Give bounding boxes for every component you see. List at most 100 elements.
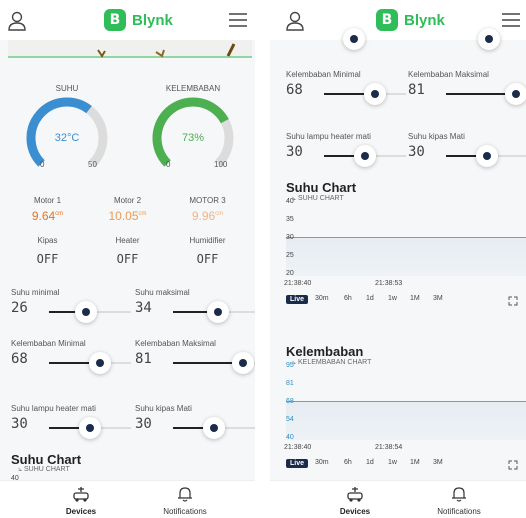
- slider-knob[interactable]: [75, 301, 97, 323]
- chart-subtitle-text: SUHU CHART: [297, 195, 344, 202]
- gauge: SUHU 32°C 0 50: [12, 80, 122, 175]
- chart-subtitle: ⦣ KELEMBABAN CHART: [292, 359, 372, 366]
- nav-notifications[interactable]: Notifications: [140, 485, 230, 516]
- gauge-value: 32°C: [54, 132, 80, 144]
- range-button[interactable]: 6h: [344, 459, 352, 466]
- menu-icon[interactable]: [500, 11, 522, 29]
- chart-area: [286, 237, 526, 276]
- nav-devices-label: Devices: [65, 507, 97, 516]
- logo-text: Blynk: [132, 11, 173, 29]
- range-button[interactable]: 1M: [410, 295, 420, 302]
- y-tick: 35: [286, 216, 294, 223]
- slider-knob-partial: [270, 28, 526, 52]
- range-button[interactable]: 3M: [433, 295, 443, 302]
- user-icon[interactable]: [6, 10, 28, 32]
- range-button[interactable]: 3M: [433, 459, 443, 466]
- slider-knob[interactable]: [505, 83, 526, 105]
- slider-knob[interactable]: [203, 417, 225, 439]
- motor-number: 9.64: [31, 209, 56, 223]
- gauge-min: 0: [166, 160, 171, 169]
- x-tick: 21:38:40: [284, 280, 312, 287]
- slider-value: 81: [135, 351, 152, 367]
- chart-title: Suhu Chart: [286, 180, 357, 195]
- left-phone-screen: B Blynk SUHU 32°C 0 50 KELEMBABAN 73% 0 100 Mot…: [0, 0, 255, 518]
- y-tick: 54: [286, 416, 294, 423]
- switch-label: Heater: [115, 236, 140, 245]
- chart-line: [286, 401, 526, 402]
- nav-devices[interactable]: Devices: [310, 485, 400, 516]
- range-button[interactable]: 1d: [366, 295, 374, 302]
- slider-label: Suhu lampu heater mati: [11, 404, 96, 413]
- blynk-logo: B Blynk: [376, 9, 445, 31]
- slider-label: Suhu kipas Mati: [408, 132, 465, 141]
- expand-icon[interactable]: [508, 296, 518, 306]
- chart-subtitle: ⦣ SUHU CHART: [292, 195, 344, 202]
- expand-icon[interactable]: [508, 460, 518, 470]
- range-button[interactable]: 6h: [344, 295, 352, 302]
- right-phone-screen: B Blynk Kelembaban Minimal 68 Kelembaban M…: [270, 0, 526, 518]
- bell-icon: [452, 487, 466, 502]
- range-button[interactable]: 30m: [315, 459, 329, 466]
- image-strip: [8, 40, 252, 58]
- switch-label: Kipas: [37, 236, 58, 245]
- slider-knob[interactable]: [354, 145, 376, 167]
- slider-value: 81: [408, 82, 425, 98]
- bottom-navigation: Devices Notifications: [0, 480, 255, 518]
- slider-label: Suhu maksimal: [135, 288, 190, 297]
- slider-knob[interactable]: [476, 145, 498, 167]
- slider-value: 30: [408, 144, 425, 160]
- motor-unit: cm: [55, 211, 64, 217]
- slider-label: Suhu minimal: [11, 288, 60, 297]
- x-tick: 21:38:53: [375, 280, 403, 287]
- slider-value: 68: [286, 82, 303, 98]
- motor-unit: cm: [215, 211, 224, 217]
- slider-label: Kelembaban Maksimal: [408, 70, 489, 79]
- slider-value: 68: [11, 351, 28, 367]
- chart-title: Kelembaban: [286, 344, 364, 359]
- range-live-button[interactable]: Live: [286, 295, 309, 304]
- slider-value: 30: [286, 144, 303, 160]
- gauge-arc: [152, 97, 234, 167]
- slider-knob[interactable]: [89, 352, 111, 374]
- motor-number: 9.96: [191, 209, 216, 223]
- range-button[interactable]: 1w: [388, 295, 397, 302]
- y-tick: 68: [286, 398, 294, 405]
- y-tick: 25: [286, 252, 294, 259]
- switch-value[interactable]: OFF: [90, 252, 165, 266]
- chart-area: [286, 401, 526, 440]
- x-tick: 21:38:40: [284, 444, 312, 451]
- slider-label: Kelembaban Minimal: [286, 70, 361, 79]
- y-tick: 95: [286, 362, 294, 369]
- slider-label: Kelembaban Minimal: [11, 339, 86, 348]
- user-icon[interactable]: [284, 10, 306, 32]
- chart-title: Suhu Chart: [11, 452, 82, 467]
- slider-knob[interactable]: [79, 417, 101, 439]
- slider-knob[interactable]: [232, 352, 254, 374]
- motor-label: MOTOR 3: [189, 196, 226, 205]
- y-tick: 30: [286, 234, 294, 241]
- motor-unit: cm: [138, 211, 147, 217]
- switch-value[interactable]: OFF: [10, 252, 85, 266]
- nav-notifications[interactable]: Notifications: [414, 485, 504, 516]
- y-tick: 81: [286, 380, 294, 387]
- menu-icon[interactable]: [227, 11, 249, 29]
- nav-devices[interactable]: Devices: [36, 485, 126, 516]
- logo-badge: B: [376, 9, 398, 31]
- motor-value: 10.05cm: [90, 209, 165, 223]
- motor-number: 10.05: [108, 209, 139, 223]
- gauge-value: 73%: [181, 132, 205, 144]
- slider-knob[interactable]: [364, 83, 386, 105]
- range-button[interactable]: 1M: [410, 459, 420, 466]
- range-button[interactable]: 1d: [366, 459, 374, 466]
- range-button[interactable]: 1w: [388, 459, 397, 466]
- motor-value: 9.64cm: [10, 209, 85, 223]
- slider-value: 34: [135, 300, 152, 316]
- nav-notifications-label: Notifications: [437, 507, 481, 516]
- y-tick: 20: [286, 270, 294, 277]
- range-live-button[interactable]: Live: [286, 459, 309, 468]
- range-button[interactable]: 30m: [315, 295, 329, 302]
- gauge-arc: [26, 97, 108, 167]
- slider-knob[interactable]: [207, 301, 229, 323]
- switch-value[interactable]: OFF: [170, 252, 245, 266]
- chart-subtitle-text: KELEMBABAN CHART: [297, 359, 372, 366]
